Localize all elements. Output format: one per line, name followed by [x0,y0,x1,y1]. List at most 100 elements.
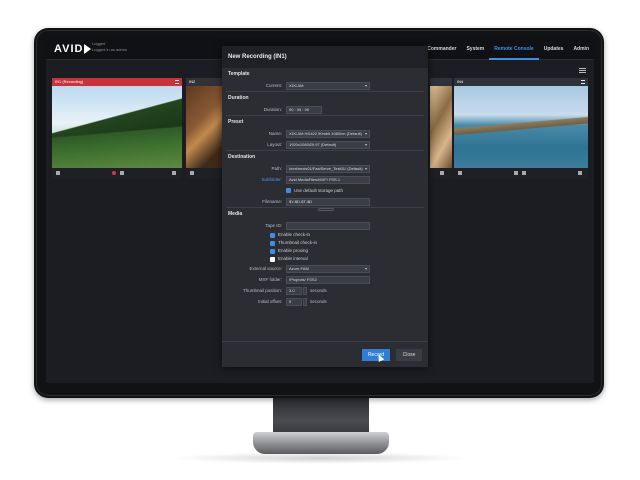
default-path-label: Use default storage path [294,188,344,193]
stop-icon[interactable] [120,171,124,175]
tape-label: Tape ID: [265,223,282,228]
chevron-down-icon [365,267,367,270]
tile-preview-image [454,86,588,168]
enable-interval-label: Enable interval [278,256,308,261]
tile-header: IN4 [454,78,588,86]
tile-title: IN1 (Recording) [55,79,84,84]
subfolder-input[interactable]: Avid MediaFiles/MXF/ FSS.1 [286,175,370,184]
tile-controls [430,168,452,178]
thumbnail-check-in-checkbox[interactable] [270,240,275,246]
mxf-folder-input[interactable]: /Projects/ FSS2 [286,275,370,284]
initial-offset-label: Initial offset: [258,299,282,304]
path-label: Path: [271,166,282,171]
eject-icon[interactable] [190,171,194,175]
menu-icon[interactable] [579,68,586,73]
channel-tile-in3[interactable] [430,78,452,178]
settings-icon[interactable] [172,171,176,175]
thumbnail-position-stepper[interactable] [303,286,307,295]
proxing-row: Enable proxing [222,247,428,255]
enable-interval-checkbox[interactable] [270,256,275,262]
tile-menu-icon[interactable] [175,80,179,84]
subfolder-label[interactable]: Subfolder: [222,174,282,185]
tile-header [430,78,452,86]
record-icon[interactable] [112,171,116,175]
initial-offset-row: Initial offset: 5 seconds [222,296,428,307]
settings-icon[interactable] [440,171,444,175]
template-select[interactable]: XDCAM [286,81,370,90]
dialog-title: New Recording (IN1) [222,46,428,68]
tile-menu-icon[interactable] [581,80,585,84]
thumbnail-check-in-row: Thumbnail check-in [222,239,428,247]
initial-offset-input[interactable]: 5 [286,297,302,306]
path-value: /mnt/nexis01/FastServe_Test01/ (Default) [289,165,363,171]
tile-preview-image [186,86,226,168]
external-source-select[interactable]: Azure FAM [286,264,370,273]
filename-row: Filename: $Y-$D-$T-$D [222,196,428,207]
stop-icon[interactable] [522,171,526,175]
default-path-row: Use default storage path [222,185,428,196]
preset-name-select[interactable]: XDCAM HD422 50mbit 1080i/m (Default) [286,129,370,138]
new-recording-dialog: New Recording (IN1) Template Current: XD… [222,46,428,367]
thumbnail-position-unit: seconds [310,288,327,293]
duration-label: Duration: [263,107,282,112]
settings-icon[interactable] [578,171,582,175]
preset-layout-label: Layout: [267,142,282,147]
external-source-row: External source: Azure FAM [222,263,428,274]
chevron-down-icon [365,84,367,87]
channel-tile-in4[interactable]: IN4 [454,78,588,178]
tile-preview-image [52,86,182,168]
duration-input[interactable]: 00 : 05 : 00 [286,105,322,114]
monitor-stand [253,432,389,454]
filename-value: $Y-$D-$T-$D [289,198,313,204]
template-value: XDCAM [289,82,304,88]
external-source-label: External source: [249,266,282,271]
logo-text: AVID [54,43,84,55]
tile-title: IN2 [189,79,196,84]
mxf-folder-label: MXF folder: [258,277,282,282]
tile-header: IN1 (Recording) [52,78,182,86]
tape-input[interactable] [286,221,370,230]
enable-check-in-checkbox[interactable] [270,232,275,238]
tile-controls [186,168,226,178]
initial-offset-value: 5 [289,298,292,304]
nav-system[interactable]: System [461,38,489,60]
section-media-title: Media [228,211,243,217]
preset-name-value: XDCAM HD422 50mbit 1080i/m (Default) [289,130,362,136]
nav-remote-console[interactable]: Remote Console [489,38,539,60]
nav-admin[interactable]: Admin [568,38,594,60]
eject-icon[interactable] [458,171,462,175]
channel-tile-in2[interactable]: IN2 [186,78,226,178]
filename-input[interactable]: $Y-$D-$T-$D [286,197,370,206]
avid-logo: AVID [54,42,92,56]
initial-offset-stepper[interactable] [303,297,307,306]
section-media: Media [222,208,428,220]
path-select[interactable]: /mnt/nexis01/FastServe_Test01/ (Default) [286,164,370,173]
filename-label: Filename: [262,199,282,204]
close-button[interactable]: Close [396,349,422,361]
tile-title: IN4 [457,79,464,84]
initial-offset-unit: seconds [310,299,327,304]
duration-row: Duration: 00 : 05 : 00 [222,104,428,115]
resize-handle[interactable] [318,208,334,211]
record-icon[interactable] [514,171,518,175]
thumbnail-position-row: Thumbnail position: 3.0 seconds [222,285,428,296]
thumbnail-position-input[interactable]: 3.0 [286,286,302,295]
section-duration: Duration [228,95,249,101]
screen: AVID Logged Logged in as admin ElasticEn… [46,38,594,383]
enable-proxing-checkbox[interactable] [270,248,275,254]
tile-controls [52,168,182,178]
thumbnail-position-label: Thumbnail position: [242,288,282,293]
nav-updates[interactable]: Updates [539,38,569,60]
preset-layout-value: 1920x1080i29.97 (Default) [289,141,337,147]
default-path-checkbox[interactable] [286,188,291,193]
eject-icon[interactable] [56,171,60,175]
preset-name-label: Name: [268,131,282,136]
preset-layout-select[interactable]: 1920x1080i29.97 (Default) [286,140,370,149]
subfolder-value: Avid MediaFiles/MXF/ FSS.1 [289,176,341,182]
nav-commander[interactable]: Commander [422,38,461,60]
channel-tile-in1[interactable]: IN1 (Recording) [52,78,182,178]
preset-name-row: Name: XDCAM HD422 50mbit 1080i/m (Defaul… [222,128,428,139]
chevron-down-icon [365,143,367,146]
subfolder-row: Subfolder: Avid MediaFiles/MXF/ FSS.1 [222,174,428,185]
tile-preview-image [430,86,452,168]
